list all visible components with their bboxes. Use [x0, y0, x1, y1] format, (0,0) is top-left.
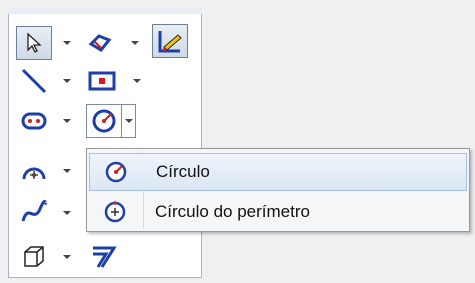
select-arrow-icon — [27, 32, 42, 53]
arc-button[interactable] — [16, 154, 52, 188]
arc-icon — [22, 167, 46, 180]
spline-button[interactable] — [16, 196, 52, 230]
arc-dropdown[interactable] — [60, 154, 74, 188]
smart-dimension-button[interactable] — [82, 26, 118, 60]
slot-icon — [21, 112, 47, 130]
offset-entities-button[interactable] — [86, 240, 122, 274]
rectangle-icon — [88, 71, 116, 91]
offset-entities-icon — [93, 246, 117, 268]
line-button[interactable] — [16, 64, 52, 98]
3d-sketch-dropdown[interactable] — [60, 240, 74, 274]
slot-dropdown[interactable] — [60, 104, 74, 138]
sketch-button[interactable] — [152, 24, 188, 58]
flyout-item-label: Círculo do perímetro — [155, 202, 310, 221]
select-button[interactable] — [16, 26, 52, 60]
toolbar-grip[interactable] — [8, 8, 202, 14]
3d-sketch-button[interactable] — [16, 240, 52, 274]
flyout-item-circle[interactable]: Círculo — [89, 153, 467, 191]
perimeter-circle-icon — [104, 201, 126, 223]
circle-flyout-menu: Círculo Círculo do perímetro — [86, 148, 470, 232]
sketch-icon — [158, 31, 182, 53]
smart-dimension-dropdown[interactable] — [128, 26, 142, 60]
circle-center-icon — [105, 161, 127, 183]
flyout-icon-container — [89, 193, 141, 231]
spline-dropdown[interactable] — [60, 196, 74, 230]
flyout-icon-container — [90, 153, 142, 191]
slot-button[interactable] — [16, 104, 52, 138]
rectangle-button[interactable] — [84, 64, 120, 98]
flyout-item-perimeter-circle[interactable]: Círculo do perímetro — [89, 193, 467, 231]
rectangle-dropdown[interactable] — [130, 64, 144, 98]
select-dropdown[interactable] — [60, 26, 74, 60]
line-dropdown[interactable] — [60, 64, 74, 98]
spline-icon — [21, 199, 48, 222]
circle-dropdown[interactable] — [122, 104, 136, 138]
circle-button[interactable] — [86, 104, 122, 138]
line-icon — [21, 68, 47, 94]
smart-dimension-icon — [88, 34, 112, 52]
3d-box-icon — [24, 246, 44, 267]
flyout-item-label: Círculo — [156, 162, 210, 181]
circle-icon — [92, 109, 116, 133]
